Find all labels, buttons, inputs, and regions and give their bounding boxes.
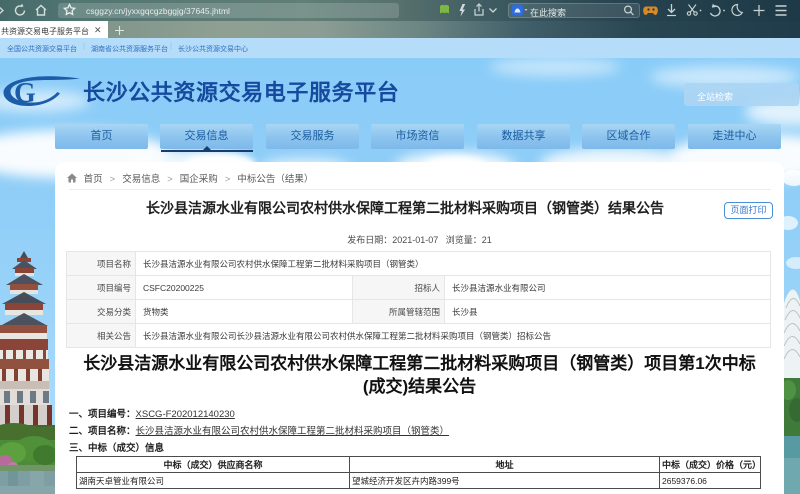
svg-text:G: G bbox=[14, 78, 36, 107]
